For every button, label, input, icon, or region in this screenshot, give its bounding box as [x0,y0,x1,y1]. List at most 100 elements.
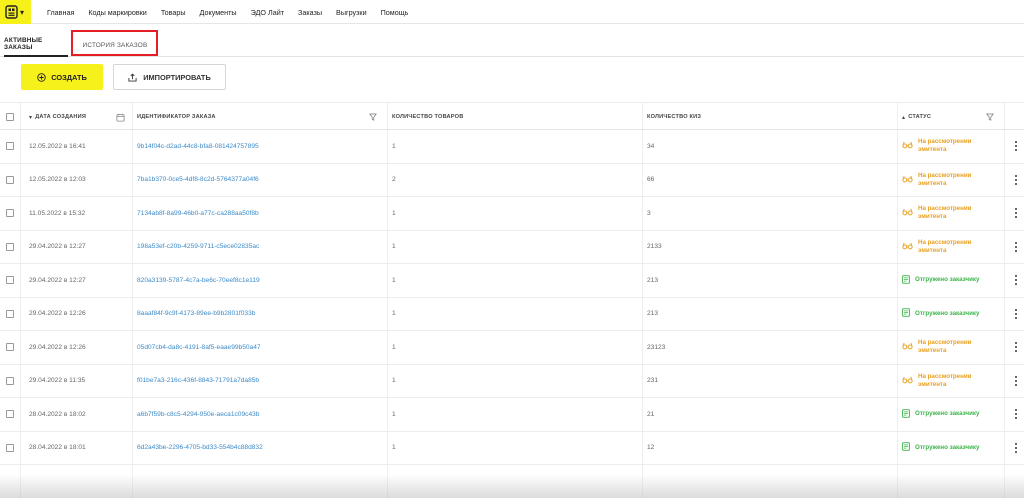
table-row[interactable]: 28.04.2022 в 18:01 6d2a43be-2296-4705-bd… [0,432,1024,465]
order-qty: 1 [392,142,396,150]
nav-item-orders[interactable]: Заказы [298,8,322,17]
glasses-icon [902,242,913,252]
order-id-link[interactable]: 05d07cb4-da8c-4191-8af5-eaae99b50a47 [137,331,261,364]
orders-table: ▾ Дата создания Идентификатор заказа Кол… [0,102,1024,465]
row-checkbox[interactable] [6,164,14,197]
select-all-checkbox[interactable] [6,103,14,131]
row-checkbox[interactable] [6,298,14,331]
nav-item-exports[interactable]: Выгрузки [336,8,367,17]
table-row[interactable]: 11.05.2022 в 15:32 7134ab8f-8a99-46b0-a7… [0,197,1024,231]
nav-item-edo-lite[interactable]: ЭДО Лайт [251,8,284,17]
nav-item-codes[interactable]: Коды маркировки [88,8,146,17]
logo-icon [5,5,18,19]
order-tabs: Активные заказы История заказов [0,33,1024,57]
row-checkbox[interactable] [6,130,14,163]
status-text: Отгружено заказчику [915,443,980,451]
upload-icon [128,72,137,82]
row-menu-icon[interactable] [1015,442,1017,453]
status-text: На рассмотрении эмитента [918,339,972,355]
plus-circle-icon [37,72,46,82]
order-kiz: 213 [647,310,659,318]
nav-item-documents[interactable]: Документы [200,8,237,17]
table-row[interactable]: 29.04.2022 в 12:26 05d07cb4-da8c-4191-8a… [0,331,1024,365]
document-check-icon [902,408,910,420]
column-header-date[interactable]: ▾ Дата создания [29,103,86,131]
calendar-icon[interactable] [116,103,125,131]
column-header-status[interactable]: ▴ Статус [902,103,931,131]
create-button[interactable]: СОЗДАТЬ [21,64,103,90]
order-kiz: 231 [647,377,659,385]
glasses-icon [902,208,913,218]
sort-icon: ▴ [902,114,906,121]
order-id-link[interactable]: 8aaaf84f-9c9f-4173-89ee-b9b2801f033b [137,298,255,331]
order-id-link[interactable]: 820a3139-5787-4c7a-be6c-70eef8c1e119 [137,264,260,297]
sort-down-icon: ▾ [29,114,33,121]
main-nav: Главная Коды маркировки Товары Документы… [47,0,422,24]
order-date: 12.05.2022 в 12:03 [29,176,86,184]
filter-icon[interactable] [986,103,994,131]
status-text: На рассмотрении эмитента [918,205,972,221]
order-id-link[interactable]: a6b7f59b-c8c5-4294-950e-aeca1c09c43b [137,398,259,431]
table-row[interactable]: 28.04.2022 в 18:02 a6b7f59b-c8c5-4294-95… [0,398,1024,432]
row-menu-icon[interactable] [1015,241,1017,252]
order-id-link[interactable]: 198a53ef-c20b-4259-9711-c5ece02835ac [137,231,259,264]
table-row[interactable]: 29.04.2022 в 12:26 8aaaf84f-9c9f-4173-89… [0,298,1024,331]
status-badge: На рассмотрении эмитента [902,331,978,364]
chevron-down-icon: ▾ [20,8,25,17]
order-id-link[interactable]: 9b14f04c-d2ad-44c8-bfa8-081424757895 [137,130,259,163]
row-checkbox[interactable] [6,231,14,264]
row-menu-icon[interactable] [1015,208,1017,219]
column-header-id: Идентификатор заказа [137,114,216,120]
nav-item-products[interactable]: Товары [161,8,186,17]
order-kiz: 12 [647,444,655,452]
table-body: 12.05.2022 в 16:41 9b14f04c-d2ad-44c8-bf… [0,130,1024,465]
row-menu-icon[interactable] [1015,275,1017,286]
table-row[interactable]: 29.04.2022 в 12:27 198a53ef-c20b-4259-97… [0,231,1024,264]
tab-active-orders[interactable]: Активные заказы [4,33,68,57]
table-row[interactable]: 12.05.2022 в 12:03 7ba1b370-0ce5-4df8-8c… [0,164,1024,197]
order-id-link[interactable]: f01be7a3-216c-436f-8843-71791a7da85b [137,365,259,398]
top-navigation-bar: ▾ Главная Коды маркировки Товары Докумен… [0,0,1024,24]
column-header-qty: Количество товаров [392,114,464,120]
row-menu-icon[interactable] [1015,409,1017,420]
order-kiz: 21 [647,410,655,418]
nav-item-help[interactable]: Помощь [381,8,409,17]
row-menu-icon[interactable] [1015,375,1017,386]
row-checkbox[interactable] [6,197,14,230]
order-date: 29.04.2022 в 12:27 [29,276,86,284]
row-menu-icon[interactable] [1015,141,1017,152]
status-text: Отгружено заказчику [915,410,980,418]
order-qty: 2 [392,176,396,184]
order-id-link[interactable]: 6d2a43be-2296-4705-bd33-554b4c88d832 [137,432,263,465]
status-badge: На рассмотрении эмитента [902,130,978,163]
tab-order-history[interactable]: История заказов [72,33,158,57]
table-row[interactable]: 12.05.2022 в 16:41 9b14f04c-d2ad-44c8-bf… [0,130,1024,164]
nav-item-home[interactable]: Главная [47,8,74,17]
order-kiz: 2133 [647,243,662,251]
document-check-icon [902,442,910,453]
document-check-icon [902,308,910,319]
app-menu-button[interactable]: ▾ [0,0,31,24]
table-row[interactable]: 29.04.2022 в 12:27 820a3139-5787-4c7a-be… [0,264,1024,298]
filter-icon[interactable] [369,103,377,131]
status-text: Отгружено заказчику [915,309,980,317]
bottom-shadow [0,474,1024,498]
order-qty: 1 [392,310,396,318]
order-qty: 1 [392,343,396,351]
order-id-link[interactable]: 7ba1b370-0ce5-4df8-8c2d-5764377a04f6 [137,164,259,197]
row-menu-icon[interactable] [1015,308,1017,319]
status-badge: На рассмотрении эмитента [902,164,978,197]
row-checkbox[interactable] [6,264,14,297]
row-checkbox[interactable] [6,398,14,431]
row-menu-icon[interactable] [1015,342,1017,353]
row-checkbox[interactable] [6,365,14,398]
import-button[interactable]: ИМПОРТИРОВАТЬ [113,64,226,90]
status-badge: На рассмотрении эмитента [902,197,978,230]
row-checkbox[interactable] [6,331,14,364]
table-row[interactable]: 29.04.2022 в 11:35 f01be7a3-216c-436f-88… [0,365,1024,398]
order-qty: 1 [392,410,396,418]
row-checkbox[interactable] [6,432,14,465]
row-menu-icon[interactable] [1015,174,1017,185]
order-date: 29.04.2022 в 12:26 [29,343,86,351]
order-id-link[interactable]: 7134ab8f-8a99-46b0-a77c-ca288aa50f8b [137,197,259,230]
